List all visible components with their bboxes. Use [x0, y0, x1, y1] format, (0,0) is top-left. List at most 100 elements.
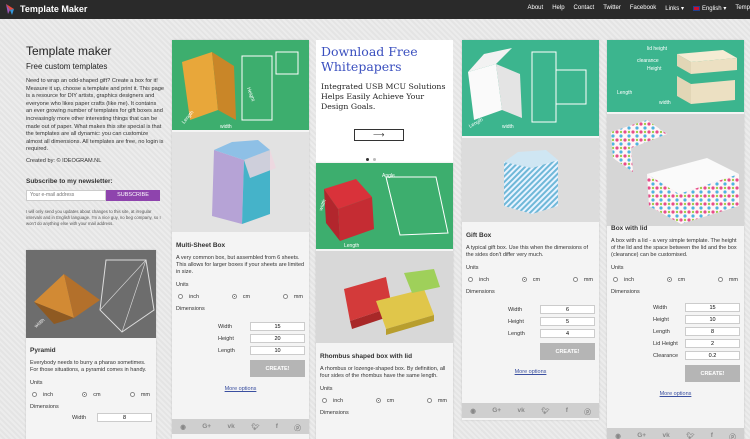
- multisheet-photo[interactable]: [172, 132, 309, 232]
- unit-inch-option[interactable]: inch: [468, 277, 489, 283]
- height-input[interactable]: [250, 334, 305, 343]
- radio-mm[interactable]: [717, 277, 723, 283]
- lidbox-card[interactable]: lid height clearance Height Length width…: [607, 40, 744, 439]
- nav-language[interactable]: English ▾: [692, 5, 726, 12]
- pyramid-image[interactable]: width: [26, 250, 156, 338]
- ad-headline[interactable]: Download Free Whitepapers: [321, 44, 453, 74]
- nav-links[interactable]: Links ▾: [665, 5, 684, 12]
- ad-arrow-button[interactable]: ⟶: [354, 129, 404, 141]
- length-input[interactable]: [685, 327, 740, 336]
- radio-cm[interactable]: [375, 398, 381, 404]
- card-title[interactable]: Box with lid: [611, 225, 740, 232]
- giftbox-card[interactable]: Length width Gift Box A typical gift box…: [462, 40, 599, 420]
- unit-mm-option[interactable]: mm: [129, 392, 150, 398]
- unit-mm-option[interactable]: mm: [717, 277, 738, 283]
- nav-about[interactable]: About: [528, 5, 544, 12]
- radio-mm[interactable]: [426, 398, 432, 404]
- reddit-icon[interactable]: ◉: [470, 407, 476, 415]
- card-title[interactable]: Rhombus shaped box with lid: [320, 353, 449, 360]
- twitter-icon[interactable]: 🐦︎: [251, 423, 259, 431]
- unit-inch-option[interactable]: inch: [32, 392, 53, 398]
- rhombus-card[interactable]: Angle Length width Rhombus shaped box wi…: [316, 163, 453, 439]
- height-input[interactable]: [540, 317, 595, 326]
- ad-dot[interactable]: [366, 158, 369, 161]
- google-plus-icon[interactable]: G+: [202, 423, 211, 430]
- unit-inch-option[interactable]: inch: [613, 277, 634, 283]
- unit-cm-option[interactable]: cm: [521, 277, 540, 283]
- create-button[interactable]: CREATE!: [250, 360, 305, 377]
- radio-inch[interactable]: [468, 277, 473, 283]
- vk-icon[interactable]: vk: [227, 423, 234, 430]
- length-input[interactable]: [540, 329, 595, 338]
- unit-mm-option[interactable]: mm: [282, 294, 303, 300]
- pinterest-icon[interactable]: ⓟ: [729, 431, 736, 439]
- ad-dot[interactable]: [373, 158, 376, 161]
- google-plus-icon[interactable]: G+: [637, 432, 646, 439]
- giftbox-photo[interactable]: [462, 138, 599, 222]
- facebook-icon[interactable]: f: [276, 423, 278, 430]
- google-plus-icon[interactable]: G+: [492, 407, 501, 414]
- create-button[interactable]: CREATE!: [685, 365, 740, 382]
- unit-mm-option[interactable]: mm: [426, 398, 447, 404]
- multisheet-card[interactable]: Length width Height Multi-Sheet Box A ve…: [172, 40, 309, 439]
- multisheet-template-image[interactable]: Length width Height: [172, 40, 309, 130]
- rhombus-photo[interactable]: [316, 251, 453, 343]
- card-title[interactable]: Multi-Sheet Box: [176, 242, 305, 249]
- more-options-link[interactable]: More options: [611, 391, 740, 397]
- radio-cm[interactable]: [82, 392, 88, 398]
- reddit-icon[interactable]: ◉: [615, 432, 621, 439]
- vk-icon[interactable]: vk: [517, 407, 524, 414]
- card-title[interactable]: Gift Box: [466, 232, 595, 239]
- nav-help[interactable]: Help: [552, 5, 564, 12]
- radio-inch[interactable]: [178, 294, 183, 300]
- radio-mm[interactable]: [129, 392, 135, 398]
- facebook-icon[interactable]: f: [566, 407, 568, 414]
- radio-inch[interactable]: [613, 277, 618, 283]
- width-input[interactable]: [685, 303, 740, 312]
- unit-inch-option[interactable]: inch: [322, 398, 343, 404]
- radio-inch[interactable]: [32, 392, 37, 398]
- card-title[interactable]: Pyramid: [30, 347, 152, 354]
- width-input[interactable]: [540, 305, 595, 314]
- radio-inch[interactable]: [322, 398, 327, 404]
- pyramid-card[interactable]: width Pyramid Everybody needs to burry a…: [26, 250, 156, 439]
- radio-cm[interactable]: [521, 277, 527, 283]
- reddit-icon[interactable]: ◉: [180, 423, 186, 431]
- radio-cm[interactable]: [666, 277, 672, 283]
- nav-twitter[interactable]: Twitter: [603, 5, 621, 12]
- height-input[interactable]: [685, 315, 740, 324]
- vk-icon[interactable]: vk: [662, 432, 669, 439]
- email-input[interactable]: [26, 189, 106, 201]
- more-options-link[interactable]: More options: [176, 386, 305, 392]
- width-input[interactable]: [250, 322, 305, 331]
- ad-banner[interactable]: Download Free Whitepapers Integrated USB…: [316, 40, 453, 163]
- subscribe-button[interactable]: SUBSCRIBE: [106, 189, 160, 201]
- twitter-icon[interactable]: 🐦︎: [541, 407, 549, 415]
- length-input[interactable]: [250, 346, 305, 355]
- nav-templates[interactable]: Temp: [735, 5, 750, 12]
- lidbox-diagram-image[interactable]: lid height clearance Height Length width: [607, 40, 744, 112]
- lid-height-input[interactable]: [685, 339, 740, 348]
- logo-icon[interactable]: [5, 3, 15, 16]
- clearance-input[interactable]: [685, 351, 740, 360]
- radio-mm[interactable]: [572, 277, 578, 283]
- unit-inch-option[interactable]: inch: [178, 294, 199, 300]
- unit-cm-option[interactable]: cm: [82, 392, 101, 398]
- brand-name[interactable]: Template Maker: [20, 4, 87, 14]
- nav-contact[interactable]: Contact: [574, 5, 595, 12]
- radio-mm[interactable]: [282, 294, 288, 300]
- unit-cm-option[interactable]: cm: [231, 294, 250, 300]
- unit-mm-option[interactable]: mm: [572, 277, 593, 283]
- radio-cm[interactable]: [231, 294, 237, 300]
- unit-cm-option[interactable]: cm: [666, 277, 685, 283]
- unit-cm-option[interactable]: cm: [375, 398, 394, 404]
- lidbox-photo[interactable]: [607, 114, 744, 226]
- pinterest-icon[interactable]: ⓟ: [294, 422, 301, 432]
- giftbox-template-image[interactable]: Length width: [462, 40, 599, 136]
- more-options-link[interactable]: More options: [466, 369, 595, 375]
- nav-facebook[interactable]: Facebook: [630, 5, 656, 12]
- facebook-icon[interactable]: f: [711, 432, 713, 439]
- twitter-icon[interactable]: 🐦︎: [686, 432, 694, 439]
- pinterest-icon[interactable]: ⓟ: [584, 406, 591, 416]
- create-button[interactable]: CREATE!: [540, 343, 595, 360]
